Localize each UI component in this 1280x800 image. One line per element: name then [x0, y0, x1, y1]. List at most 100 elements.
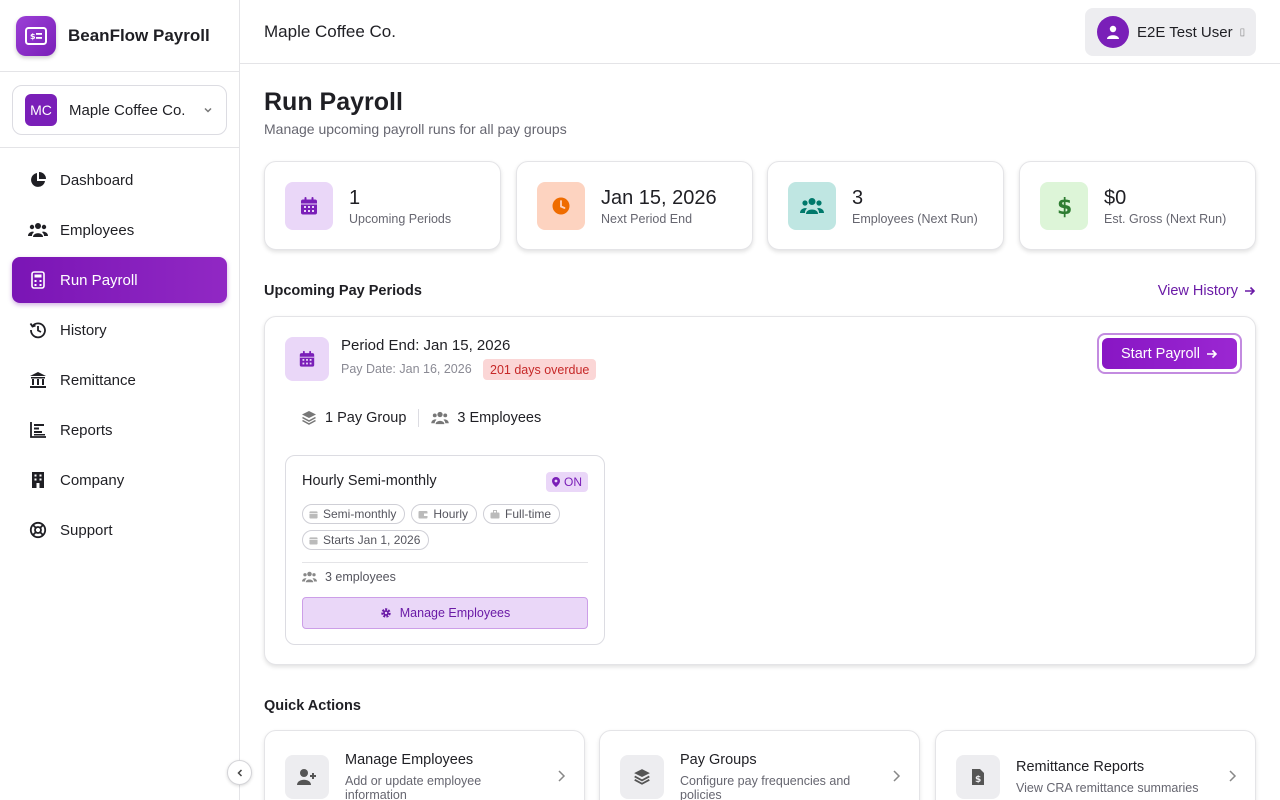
upcoming-periods-heading: Upcoming Pay Periods — [264, 283, 422, 299]
sidebar-item-label: Run Payroll — [60, 271, 138, 289]
chip-frequency: Semi-monthly — [302, 504, 406, 524]
svg-text:$: $ — [975, 775, 981, 785]
quick-action-title: Remittance Reports — [1016, 759, 1145, 775]
payroll-card-icon: $ — [16, 15, 56, 56]
company-selector-name: Maple Coffee Co. — [69, 101, 186, 119]
file-dollar-icon: $ — [956, 755, 1000, 799]
pay-group-count: 1 Pay Group — [325, 410, 407, 426]
overdue-badge: 201 days overdue — [483, 359, 597, 380]
start-payroll-focus-ring: Start Payroll — [1097, 333, 1242, 374]
quick-action-remittance-reports[interactable]: $ Remittance Reports View CRA remittance… — [935, 730, 1256, 800]
briefcase-icon — [490, 509, 505, 519]
sidebar-item-history[interactable]: History — [12, 307, 227, 353]
users-icon — [431, 411, 450, 425]
dollar-icon: $ — [1040, 181, 1088, 230]
quick-action-title: Pay Groups — [680, 752, 757, 768]
sidebar-item-support[interactable]: Support — [12, 507, 227, 553]
sidebar-nav: Dashboard Employees Run Payroll History … — [0, 148, 239, 553]
pay-period-card: Period End: Jan 15, 2026 Pay Date: Jan 1… — [264, 316, 1256, 665]
stat-card-est-gross: $ $0 Est. Gross (Next Run) — [1019, 161, 1256, 250]
province-badge: ON — [546, 472, 588, 492]
collapse-sidebar-button[interactable] — [227, 760, 252, 785]
chevron-right-icon — [891, 769, 901, 783]
company-selector[interactable]: MC Maple Coffee Co. — [12, 85, 227, 135]
sidebar-item-label: History — [60, 321, 107, 339]
page-title: Run Payroll — [264, 88, 403, 116]
users-icon — [28, 220, 48, 240]
stat-card-employees-next-run: 3 Employees (Next Run) — [767, 161, 1004, 250]
user-name: E2E Test User — [1137, 23, 1233, 41]
chip-employment-type: Full-time — [483, 504, 561, 524]
chip-pay-type: Hourly — [411, 504, 478, 524]
calendar-icon — [309, 536, 323, 545]
quick-action-pay-groups[interactable]: Pay Groups Configure pay frequencies and… — [599, 730, 920, 800]
province-badge-label: ON — [564, 475, 582, 489]
user-plus-icon — [285, 755, 329, 799]
page-subtitle: Manage upcoming payroll runs for all pay… — [264, 121, 567, 137]
lifebuoy-icon — [28, 520, 48, 540]
meta-divider — [418, 409, 420, 427]
svg-text:$: $ — [1057, 195, 1071, 218]
sidebar-item-label: Employees — [60, 221, 135, 239]
sidebar-item-label: Reports — [60, 421, 113, 439]
clock-icon — [537, 181, 585, 230]
pay-date-label: Pay Date: Jan 16, 2026 — [341, 362, 472, 376]
top-bar: Maple Coffee Co. E2E Test User ▯ — [240, 0, 1280, 64]
period-meta-row: 1 Pay Group 3 Employees — [301, 409, 541, 427]
chip-label: Full-time — [505, 507, 552, 521]
pie-chart-icon — [28, 170, 48, 190]
quick-action-description: View CRA remittance summaries — [1016, 781, 1199, 795]
start-payroll-button[interactable]: Start Payroll — [1102, 338, 1237, 369]
chip-label: Starts Jan 1, 2026 — [323, 533, 421, 547]
quick-action-manage-employees[interactable]: Manage Employees Add or update employee … — [264, 730, 585, 800]
sidebar-item-company[interactable]: Company — [12, 457, 227, 503]
view-history-link[interactable]: View History — [1158, 283, 1256, 299]
sidebar-item-reports[interactable]: Reports — [12, 407, 227, 453]
user-menu-caret-icon: ▯ — [1239, 26, 1246, 38]
period-end-label: Period End: Jan 15, 2026 — [341, 337, 511, 354]
users-icon — [302, 571, 325, 583]
gear-icon — [380, 607, 400, 619]
quick-actions-heading: Quick Actions — [264, 698, 361, 714]
brand-name: BeanFlow Payroll — [68, 25, 210, 45]
chip-start-date: Starts Jan 1, 2026 — [302, 530, 430, 550]
quick-action-title: Manage Employees — [345, 752, 474, 768]
calendar-icon — [285, 337, 329, 381]
bar-chart-icon — [28, 420, 48, 440]
view-history-label: View History — [1157, 283, 1238, 299]
sidebar-item-label: Support — [60, 521, 113, 539]
pay-group-employee-count: 3 employees — [302, 570, 396, 584]
layers-icon — [620, 755, 664, 799]
layers-icon — [301, 410, 317, 426]
manage-employees-button[interactable]: Manage Employees — [302, 597, 588, 629]
stat-label: Next Period End — [601, 211, 693, 226]
chevron-right-icon — [1227, 769, 1237, 783]
user-menu-button[interactable]: E2E Test User ▯ — [1085, 8, 1256, 56]
quick-action-description: Configure pay frequencies and policies — [680, 774, 851, 800]
building-icon — [28, 470, 48, 490]
calculator-icon — [28, 270, 48, 290]
user-avatar-icon — [1097, 16, 1129, 48]
sidebar-item-employees[interactable]: Employees — [12, 207, 227, 253]
sidebar-item-label: Dashboard — [60, 171, 134, 189]
arrow-right-icon — [1200, 348, 1218, 360]
stat-value: Jan 15, 2026 — [601, 186, 717, 209]
sidebar: $ BeanFlow Payroll MC Maple Coffee Co. D… — [0, 0, 240, 800]
svg-text:$: $ — [30, 32, 36, 41]
employee-count: 3 Employees — [457, 410, 542, 426]
stat-value: 3 — [852, 186, 864, 209]
stat-value: 1 — [349, 186, 361, 209]
history-icon — [28, 320, 48, 340]
sidebar-item-run-payroll[interactable]: Run Payroll — [12, 257, 227, 303]
stat-card-upcoming-periods: 1 Upcoming Periods — [264, 161, 501, 250]
calendar-icon — [285, 181, 333, 230]
sidebar-item-label: Remittance — [60, 371, 136, 389]
quick-action-description: Add or update employee information — [345, 774, 482, 800]
sidebar-item-remittance[interactable]: Remittance — [12, 357, 227, 403]
stat-label: Employees (Next Run) — [852, 211, 978, 226]
wallet-icon — [418, 510, 433, 519]
sidebar-item-dashboard[interactable]: Dashboard — [12, 157, 227, 203]
stat-card-next-period-end: Jan 15, 2026 Next Period End — [516, 161, 753, 250]
start-payroll-label: Start Payroll — [1121, 345, 1200, 362]
chevron-left-icon — [235, 768, 245, 778]
